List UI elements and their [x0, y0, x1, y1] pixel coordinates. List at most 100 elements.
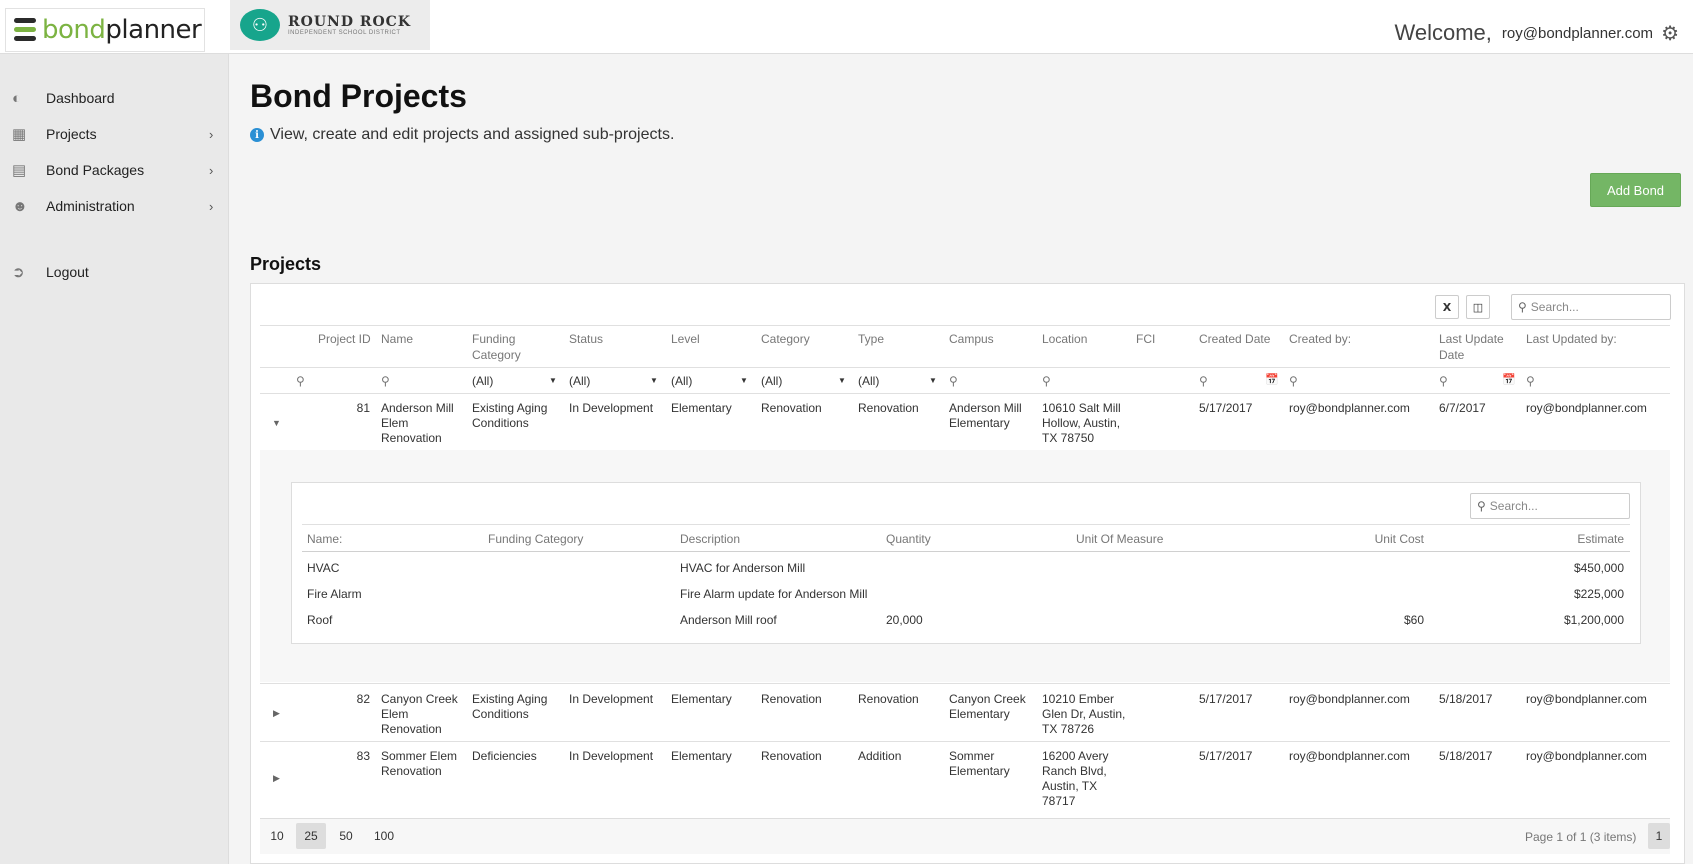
- collapse-row-icon[interactable]: ▼: [272, 418, 281, 428]
- cell-name: Sommer Elem Renovation: [381, 749, 457, 779]
- sub-col-header-uom[interactable]: Unit Of Measure: [1076, 531, 1163, 547]
- col-header-last-update-line2: Date: [1439, 348, 1465, 362]
- col-header-category[interactable]: Category: [761, 331, 810, 347]
- cell-name-line: Canyon Creek: [381, 692, 458, 706]
- sub-cell-quantity: 20,000: [886, 613, 923, 627]
- dropdown-arrow-icon[interactable]: ▼: [929, 376, 937, 385]
- cell-funding-line: Deficiencies: [472, 749, 537, 763]
- col-header-status[interactable]: Status: [569, 331, 603, 347]
- cell-location-line: Glen Dr, Austin,: [1042, 707, 1126, 721]
- divider: [302, 551, 1630, 552]
- filter-search-icon[interactable]: ⚲: [1439, 374, 1448, 388]
- subgrid-search-box[interactable]: ⚲: [1470, 493, 1630, 519]
- export-excel-icon[interactable]: 𝗫: [1435, 295, 1459, 319]
- col-header-last-update-date[interactable]: Last Update Date: [1439, 331, 1504, 363]
- sub-col-header-description[interactable]: Description: [680, 531, 740, 547]
- col-header-project-id[interactable]: Project ID: [318, 331, 371, 347]
- cell-campus-line: Elementary: [949, 707, 1010, 721]
- calendar-icon[interactable]: 📅: [1265, 373, 1279, 386]
- table-row[interactable]: [302, 553, 1630, 579]
- col-header-location[interactable]: Location: [1042, 331, 1087, 347]
- filter-category-dropdown[interactable]: (All): [761, 374, 782, 388]
- calendar-icon[interactable]: 📅: [1502, 373, 1516, 386]
- col-header-campus[interactable]: Campus: [949, 331, 994, 347]
- col-header-type[interactable]: Type: [858, 331, 884, 347]
- expand-row-icon[interactable]: ▶: [273, 708, 280, 719]
- filter-type-dropdown[interactable]: (All): [858, 374, 879, 388]
- filter-search-icon[interactable]: ⚲: [1199, 374, 1208, 388]
- sidebar-item-dashboard[interactable]: ◐ Dashboard: [0, 80, 229, 116]
- filter-search-icon[interactable]: ⚲: [1289, 374, 1298, 388]
- sidebar-item-label: Bond Packages: [46, 162, 145, 178]
- filter-status-dropdown[interactable]: (All): [569, 374, 590, 388]
- table-row[interactable]: [302, 605, 1630, 631]
- sidebar-item-projects[interactable]: ▦ Projects ›: [0, 116, 229, 152]
- cell-campus-line: Canyon Creek: [949, 692, 1026, 706]
- page-subtitle: i View, create and edit projects and ass…: [250, 126, 674, 144]
- subgrid-search-input[interactable]: [1489, 499, 1610, 513]
- dropdown-arrow-icon[interactable]: ▼: [838, 376, 846, 385]
- filter-search-icon[interactable]: ⚲: [296, 374, 305, 388]
- page-size-10[interactable]: 10: [264, 823, 290, 849]
- sidebar-item-logout[interactable]: ➲ Logout: [0, 254, 229, 290]
- bondplanner-logo[interactable]: bondplanner: [5, 8, 205, 52]
- filter-search-icon[interactable]: ⚲: [949, 374, 958, 388]
- col-header-name[interactable]: Name: [381, 331, 413, 347]
- cell-status: In Development: [569, 749, 654, 763]
- divider: [260, 367, 1670, 368]
- filter-level-dropdown[interactable]: (All): [671, 374, 692, 388]
- add-bond-button[interactable]: Add Bond: [1590, 173, 1681, 207]
- sidebar-item-administration[interactable]: ☻ Administration ›: [0, 188, 229, 224]
- grid-search-input[interactable]: [1530, 300, 1651, 314]
- cell-updated-date: 5/18/2017: [1439, 749, 1493, 763]
- col-header-level[interactable]: Level: [671, 331, 700, 347]
- sub-cell-name: Fire Alarm: [307, 587, 362, 601]
- table-row[interactable]: [302, 579, 1630, 605]
- sub-col-header-unit-cost[interactable]: Unit Cost: [1300, 531, 1424, 547]
- cell-location: 10210 Ember Glen Dr, Austin, TX 78726: [1042, 692, 1125, 737]
- cell-type: Addition: [858, 749, 902, 763]
- sub-col-header-estimate[interactable]: Estimate: [1500, 531, 1624, 547]
- dropdown-arrow-icon[interactable]: ▼: [549, 376, 557, 385]
- page-size-100[interactable]: 100: [367, 823, 401, 849]
- expand-row-icon[interactable]: ▶: [273, 773, 280, 784]
- chevron-right-icon: ›: [209, 162, 214, 178]
- filter-search-icon[interactable]: ⚲: [1526, 374, 1535, 388]
- cell-location-line: Ranch Blvd,: [1042, 764, 1107, 778]
- column-chooser-icon[interactable]: ◫: [1466, 295, 1490, 319]
- top-bar: bondplanner ⚇ ROUND ROCK INDEPENDENT SCH…: [0, 0, 1693, 54]
- cell-name: Canyon Creek Elem Renovation: [381, 692, 458, 737]
- cell-name-line: Elem: [381, 707, 409, 721]
- dropdown-arrow-icon[interactable]: ▼: [650, 376, 658, 385]
- sidebar-item-bond-packages[interactable]: ▤ Bond Packages ›: [0, 152, 229, 188]
- cell-created-date: 5/17/2017: [1199, 401, 1253, 415]
- col-header-fci[interactable]: FCI: [1136, 331, 1155, 347]
- cell-campus: Canyon Creek Elementary: [949, 692, 1026, 722]
- cell-location-line: 16200 Avery: [1042, 749, 1109, 763]
- col-header-funding-line1: Funding: [472, 332, 516, 346]
- dropdown-arrow-icon[interactable]: ▼: [740, 376, 748, 385]
- sub-col-header-quantity[interactable]: Quantity: [886, 531, 931, 547]
- col-header-funding-category[interactable]: Funding Category: [472, 331, 521, 363]
- sub-cell-name: Roof: [307, 613, 333, 627]
- welcome-label: Welcome,: [1394, 20, 1492, 45]
- gear-icon[interactable]: ⚙: [1661, 21, 1679, 46]
- page-size-25[interactable]: 25: [296, 823, 326, 849]
- page-number-button[interactable]: 1: [1648, 823, 1670, 849]
- filter-search-icon[interactable]: ⚲: [1042, 374, 1051, 388]
- col-header-last-updated-by[interactable]: Last Updated by:: [1526, 331, 1617, 347]
- sidebar-item-label: Administration: [46, 198, 135, 214]
- pager-info: Page 1 of 1 (3 items): [1525, 830, 1637, 844]
- col-header-created-date[interactable]: Created Date: [1199, 331, 1270, 347]
- cell-funding-line: Existing Aging: [472, 692, 548, 706]
- cell-name-line: Anderson Mill: [381, 401, 454, 415]
- page-size-50[interactable]: 50: [332, 823, 360, 849]
- sub-col-header-name[interactable]: Name:: [307, 531, 342, 547]
- filter-funding-dropdown[interactable]: (All): [472, 374, 493, 388]
- filter-search-icon[interactable]: ⚲: [381, 374, 390, 388]
- sidebar-item-label: Projects: [46, 126, 97, 142]
- grid-search-box[interactable]: ⚲: [1511, 294, 1671, 320]
- cell-updated-by: roy@bondplanner.com: [1526, 692, 1647, 706]
- sub-col-header-funding[interactable]: Funding Category: [488, 531, 583, 547]
- col-header-created-by[interactable]: Created by:: [1289, 331, 1351, 347]
